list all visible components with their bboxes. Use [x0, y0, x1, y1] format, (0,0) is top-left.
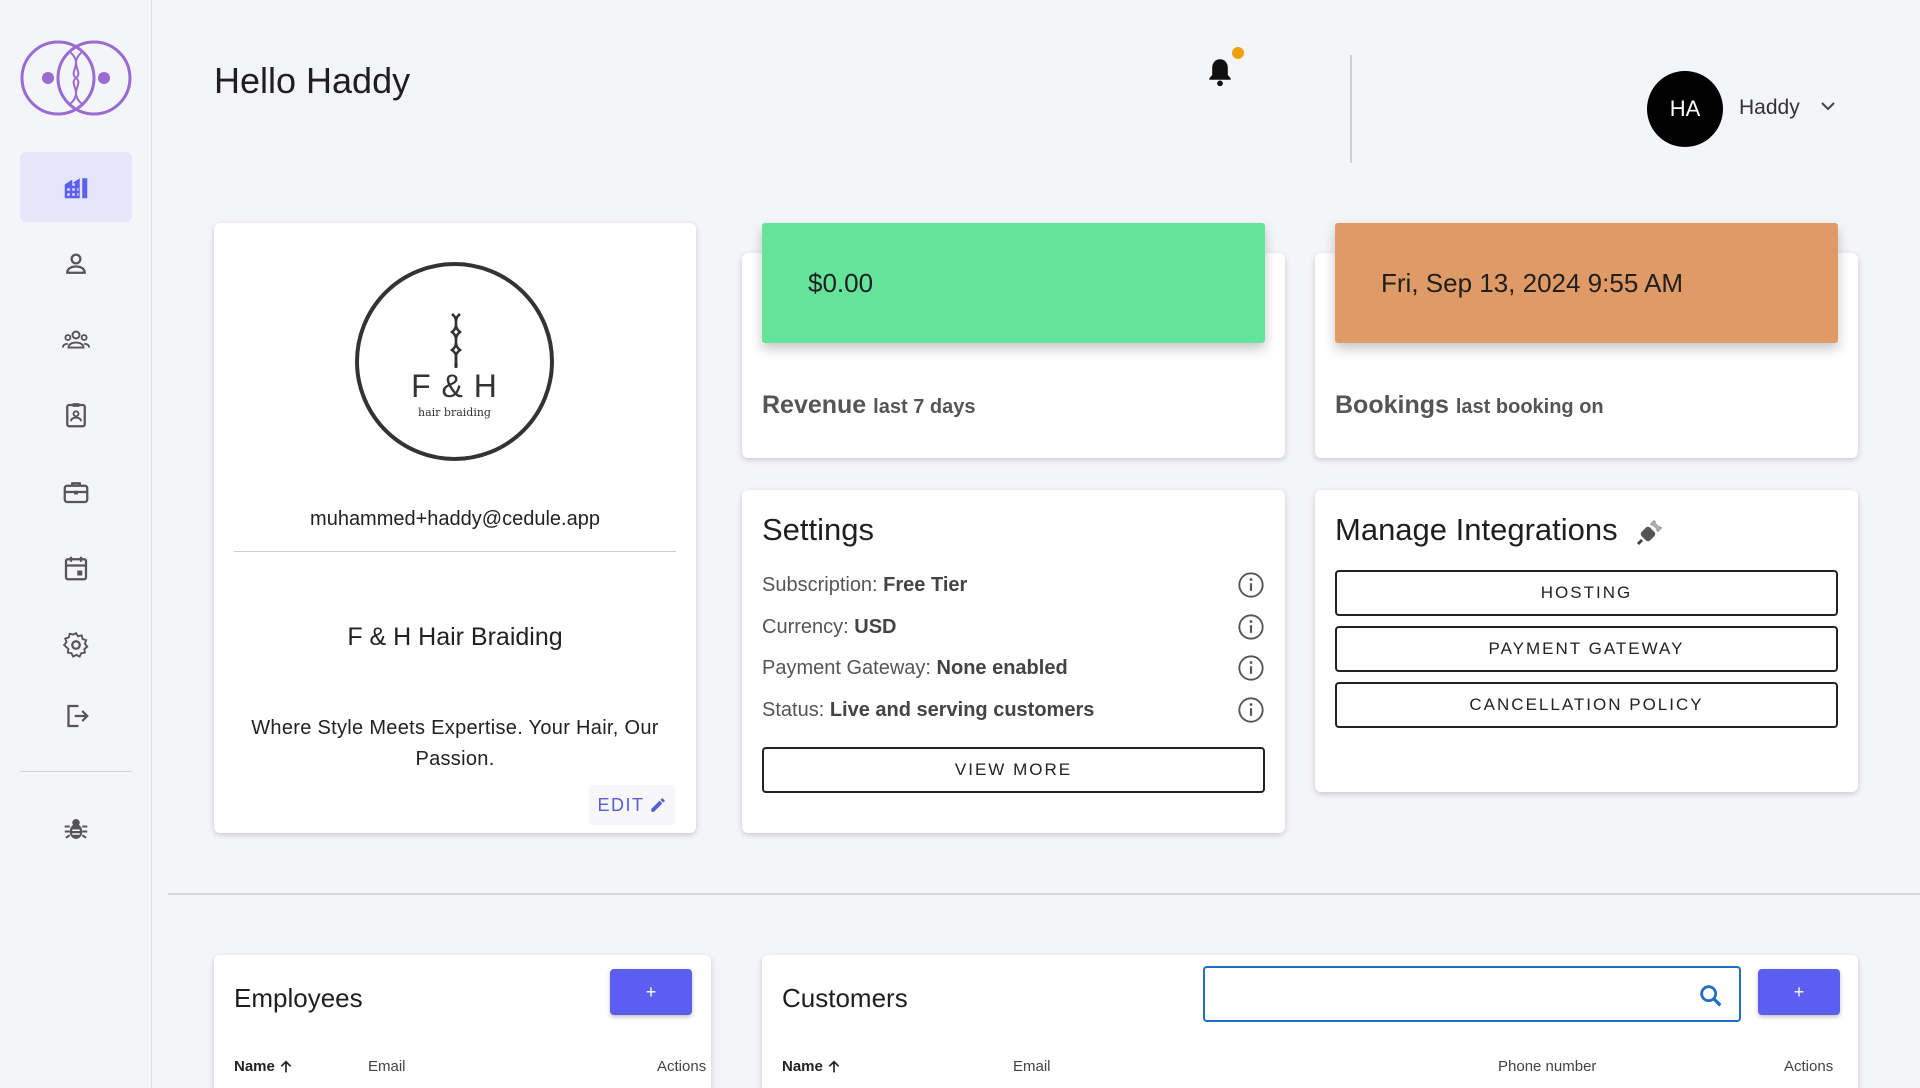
business-email: muhammed+haddy@cedule.app	[310, 508, 600, 530]
braid-icon	[449, 313, 463, 368]
sidebar-item-team[interactable]	[20, 305, 132, 375]
sidebar-item-settings[interactable]	[20, 610, 132, 680]
info-icon[interactable]	[1237, 613, 1265, 641]
revenue-sublabel: last 7 days	[873, 396, 976, 418]
settings-title: Settings	[762, 512, 875, 547]
search-icon[interactable]	[1697, 982, 1725, 1010]
customers-column-phone[interactable]: Phone number	[1498, 1058, 1596, 1075]
add-employee-button[interactable]: +	[610, 969, 692, 1015]
bookings-caption: Bookings last booking on	[1335, 391, 1604, 420]
sidebar-item-logout[interactable]	[20, 681, 132, 751]
sidebar-divider	[20, 771, 132, 772]
customers-column-name[interactable]: Name	[782, 1058, 842, 1075]
setting-row-status: Status: Live and serving customers	[762, 695, 1265, 725]
bookings-sublabel: last booking on	[1455, 396, 1604, 418]
person-icon	[66, 253, 86, 274]
notification-badge	[1232, 47, 1244, 59]
briefcase-icon	[63, 482, 89, 504]
add-customer-button[interactable]: +	[1758, 969, 1840, 1015]
integrations-card: Manage Integrations HOSTING PAYMENT GATE…	[1315, 490, 1858, 792]
section-divider	[168, 893, 1920, 895]
profile-divider	[234, 551, 676, 552]
customer-search-input[interactable]	[1205, 968, 1675, 1020]
edit-label: EDIT	[597, 794, 645, 815]
group-icon	[61, 330, 91, 349]
employees-card: Employees + Name Email Actions	[214, 955, 711, 1088]
business-tagline: Where Style Meets Expertise. Your Hair, …	[251, 717, 659, 770]
settings-icon	[62, 631, 89, 658]
revenue-value: $0.00	[808, 267, 874, 298]
chevron-down-icon[interactable]	[1816, 96, 1840, 116]
setting-row-payment-gateway: Payment Gateway: None enabled	[762, 653, 1265, 683]
revenue-card: $0.00 Revenue last 7 days	[742, 223, 1285, 458]
view-more-button[interactable]: VIEW MORE	[762, 747, 1265, 793]
setting-value: Free Tier	[883, 573, 968, 596]
sidebar-item-calendar[interactable]	[20, 533, 132, 603]
customers-card: Customers + Name Email Phone number Acti…	[762, 955, 1858, 1088]
bug-icon	[64, 819, 88, 839]
setting-label: Currency:	[762, 615, 855, 638]
notification-bell-icon[interactable]	[1203, 54, 1237, 90]
pencil-icon	[650, 798, 665, 812]
sidebar-item-services[interactable]	[20, 380, 132, 450]
sidebar-item-profile[interactable]	[20, 229, 132, 299]
plug-icon	[1637, 519, 1663, 545]
hosting-button[interactable]: HOSTING	[1335, 570, 1838, 616]
user-name[interactable]: Haddy	[1739, 96, 1800, 120]
logout-icon	[67, 704, 89, 728]
customers-title: Customers	[782, 983, 908, 1013]
business-profile-card: F & H hair braiding muhammed+haddy@cedul…	[214, 223, 696, 833]
payment-gateway-button[interactable]: PAYMENT GATEWAY	[1335, 626, 1838, 672]
setting-value: None enabled	[936, 656, 1068, 679]
customers-column-email[interactable]: Email	[1013, 1058, 1051, 1075]
sidebar-item-dashboard[interactable]	[20, 152, 132, 222]
employees-column-name[interactable]: Name	[234, 1058, 294, 1075]
employees-column-actions: Actions	[657, 1058, 707, 1075]
clipboard-icon	[66, 403, 86, 428]
sort-arrow-up-icon	[828, 1059, 840, 1072]
revenue-caption: Revenue last 7 days	[762, 391, 975, 420]
sort-arrow-up-icon	[280, 1059, 292, 1072]
bookings-label: Bookings	[1335, 391, 1449, 419]
setting-row-subscription: Subscription: Free Tier	[762, 570, 1265, 600]
integrations-title: Manage Integrations	[1335, 512, 1618, 547]
settings-card: Settings Subscription: Free Tier Currenc…	[742, 490, 1285, 833]
setting-label: Subscription:	[762, 573, 884, 596]
bookings-card: Fri, Sep 13, 2024 9:55 AM Bookings last …	[1315, 223, 1858, 458]
calendar-icon	[64, 556, 88, 581]
cancellation-policy-button[interactable]: CANCELLATION POLICY	[1335, 682, 1838, 728]
setting-label: Payment Gateway:	[762, 656, 937, 679]
revenue-value-band: $0.00	[762, 223, 1265, 343]
setting-label: Status:	[762, 698, 830, 721]
setting-value: USD	[854, 615, 897, 638]
bookings-value: Fri, Sep 13, 2024 9:55 AM	[1381, 267, 1684, 298]
dashboard-icon	[64, 178, 88, 199]
info-icon[interactable]	[1237, 654, 1265, 682]
logo-tagline: hair braiding	[418, 406, 491, 419]
page-greeting: Hello Haddy	[214, 60, 411, 101]
employees-title: Employees	[234, 983, 363, 1013]
revenue-label: Revenue	[762, 391, 867, 419]
bookings-value-band: Fri, Sep 13, 2024 9:55 AM	[1335, 223, 1838, 343]
employees-column-email[interactable]: Email	[368, 1058, 406, 1075]
info-icon[interactable]	[1237, 696, 1265, 724]
sidebar-item-report-bug[interactable]	[20, 794, 132, 864]
logo-initials: F & H	[411, 368, 498, 404]
integrations-title-row: Manage Integrations	[1335, 512, 1666, 548]
user-avatar[interactable]: HA	[1647, 71, 1723, 147]
edit-profile-button[interactable]: EDIT	[589, 785, 675, 825]
header-divider	[1350, 55, 1352, 163]
sidebar	[0, 0, 152, 1088]
business-logo: F & H hair braiding	[355, 262, 554, 461]
business-name: F & H Hair Braiding	[347, 623, 563, 651]
info-icon[interactable]	[1237, 571, 1265, 599]
setting-row-currency: Currency: USD	[762, 612, 1265, 642]
app-logo-icon[interactable]	[18, 38, 134, 118]
customers-column-actions: Actions	[1784, 1058, 1834, 1075]
customer-search-box	[1203, 966, 1741, 1022]
sidebar-item-business[interactable]	[20, 457, 132, 527]
setting-value: Live and serving customers	[829, 698, 1095, 721]
